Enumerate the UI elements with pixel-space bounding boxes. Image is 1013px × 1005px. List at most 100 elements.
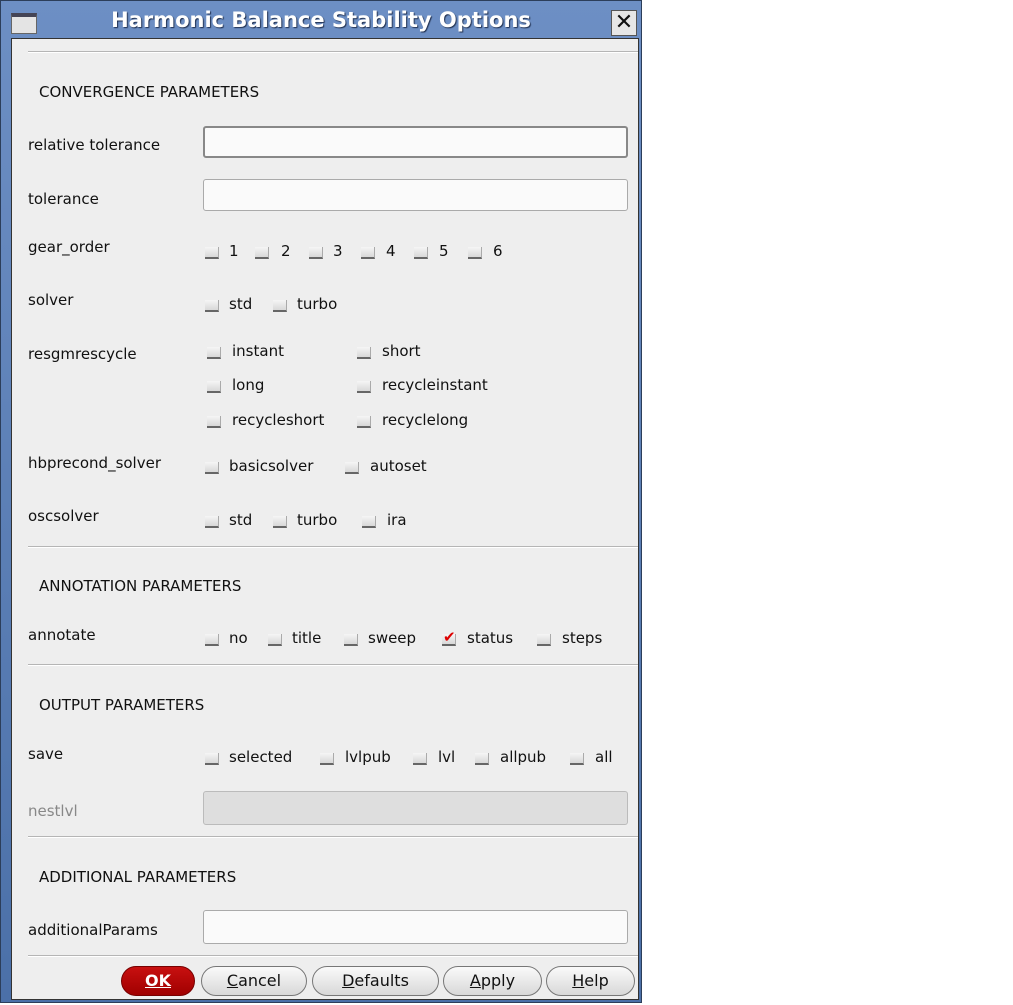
resgm-recycleshort-label[interactable]: recycleshort xyxy=(232,411,324,429)
resgm-short-label[interactable]: short xyxy=(382,342,421,360)
annotate-sweep-label[interactable]: sweep xyxy=(368,629,416,647)
save-lvlpub-label[interactable]: lvlpub xyxy=(345,748,391,766)
relative-tolerance-label: relative tolerance xyxy=(28,136,161,154)
resgm-recyclelong-checkbox[interactable] xyxy=(357,416,371,428)
save-allpub-label[interactable]: allpub xyxy=(500,748,546,766)
oscsolver-turbo-label[interactable]: turbo xyxy=(297,511,337,529)
gear-order-2-checkbox[interactable] xyxy=(255,247,269,259)
solver-turbo-label[interactable]: turbo xyxy=(297,295,337,313)
divider xyxy=(28,664,638,666)
save-all-label[interactable]: all xyxy=(595,748,613,766)
nestlvl-label: nestlvl xyxy=(28,802,78,820)
gear-order-1-label[interactable]: 1 xyxy=(229,242,239,260)
close-button[interactable]: ✕ xyxy=(611,10,637,36)
annotate-steps-checkbox[interactable] xyxy=(537,634,551,646)
resgm-recycleinstant-label[interactable]: recycleinstant xyxy=(382,376,488,394)
ok-button[interactable]: OK xyxy=(121,966,195,996)
resgm-recycleinstant-checkbox[interactable] xyxy=(357,381,371,393)
section-additional: ADDITIONAL PARAMETERS xyxy=(39,868,237,886)
section-output: OUTPUT PARAMETERS xyxy=(39,696,205,714)
apply-mnemonic: A xyxy=(469,971,481,990)
relative-tolerance-input[interactable] xyxy=(203,126,628,158)
resgm-short-checkbox[interactable] xyxy=(357,347,371,359)
solver-label: solver xyxy=(28,291,74,309)
cancel-button[interactable]: Cancel xyxy=(201,966,307,996)
gear-order-4-checkbox[interactable] xyxy=(361,247,375,259)
oscsolver-label: oscsolver xyxy=(28,507,99,525)
help-button[interactable]: Help xyxy=(546,966,635,996)
resgm-instant-checkbox[interactable] xyxy=(207,347,221,359)
nestlvl-input xyxy=(203,791,628,825)
gear-order-3-checkbox[interactable] xyxy=(309,247,323,259)
oscsolver-turbo-checkbox[interactable] xyxy=(273,516,287,528)
title-bar[interactable]: Harmonic Balance Stability Options ✕ xyxy=(1,1,641,39)
oscsolver-ira-label[interactable]: ira xyxy=(387,511,407,529)
solver-std-label[interactable]: std xyxy=(229,295,252,313)
gear-order-1-checkbox[interactable] xyxy=(205,247,219,259)
resgm-recyclelong-label[interactable]: recyclelong xyxy=(382,411,468,429)
save-selected-label[interactable]: selected xyxy=(229,748,292,766)
gear-order-5-checkbox[interactable] xyxy=(414,247,428,259)
hbprecond-basicsolver-label[interactable]: basicsolver xyxy=(229,457,313,475)
help-label: elp xyxy=(584,971,609,990)
solver-turbo-checkbox[interactable] xyxy=(273,300,287,312)
additional-params-input[interactable] xyxy=(203,910,628,944)
annotate-no-checkbox[interactable] xyxy=(205,634,219,646)
annotate-status-label[interactable]: status xyxy=(467,629,513,647)
hbprecond-basicsolver-checkbox[interactable] xyxy=(205,462,219,474)
tolerance-label: tolerance xyxy=(28,190,99,208)
hbprecond-autoset-label[interactable]: autoset xyxy=(370,457,427,475)
hbprecond-autoset-checkbox[interactable] xyxy=(345,462,359,474)
annotate-title-checkbox[interactable] xyxy=(268,634,282,646)
resgm-recycleshort-checkbox[interactable] xyxy=(207,416,221,428)
resgm-long-label[interactable]: long xyxy=(232,376,264,394)
gear-order-6-checkbox[interactable] xyxy=(468,247,482,259)
defaults-button[interactable]: Defaults xyxy=(312,966,439,996)
annotate-title-label[interactable]: title xyxy=(292,629,321,647)
annotate-label: annotate xyxy=(28,626,96,644)
resgm-instant-label[interactable]: instant xyxy=(232,342,284,360)
solver-std-checkbox[interactable] xyxy=(205,300,219,312)
annotate-sweep-checkbox[interactable] xyxy=(344,634,358,646)
annotate-steps-label[interactable]: steps xyxy=(562,629,602,647)
section-annotation: ANNOTATION PARAMETERS xyxy=(39,577,242,595)
save-lvlpub-checkbox[interactable] xyxy=(320,753,334,765)
ok-label: OK xyxy=(145,971,171,990)
save-selected-checkbox[interactable] xyxy=(205,753,219,765)
resgmrescycle-label: resgmrescycle xyxy=(28,345,137,363)
save-all-checkbox[interactable] xyxy=(570,753,584,765)
additional-params-label: additionalParams xyxy=(28,921,158,939)
defaults-mnemonic: D xyxy=(342,971,355,990)
cancel-label: ancel xyxy=(238,971,282,990)
section-convergence: CONVERGENCE PARAMETERS xyxy=(39,83,260,101)
divider xyxy=(28,955,638,957)
divider xyxy=(28,51,638,53)
gear-order-2-label[interactable]: 2 xyxy=(281,242,291,260)
divider xyxy=(28,546,638,548)
hbprecond-solver-label: hbprecond_solver xyxy=(28,454,162,472)
apply-button[interactable]: Apply xyxy=(443,966,542,996)
window-title: Harmonic Balance Stability Options xyxy=(111,8,531,32)
divider xyxy=(28,836,638,838)
tolerance-input[interactable] xyxy=(203,179,628,211)
save-lvl-checkbox[interactable] xyxy=(413,753,427,765)
gear-order-label: gear_order xyxy=(28,238,110,256)
gear-order-3-label[interactable]: 3 xyxy=(333,242,343,260)
gear-order-4-label[interactable]: 4 xyxy=(386,242,396,260)
oscsolver-std-checkbox[interactable] xyxy=(205,516,219,528)
resgm-long-checkbox[interactable] xyxy=(207,381,221,393)
cancel-mnemonic: C xyxy=(226,971,239,990)
annotate-status-checkbox[interactable]: ✔ xyxy=(442,628,456,646)
annotate-no-label[interactable]: no xyxy=(229,629,248,647)
gear-order-6-label[interactable]: 6 xyxy=(493,242,503,260)
help-mnemonic: H xyxy=(572,971,585,990)
oscsolver-ira-checkbox[interactable] xyxy=(362,516,376,528)
gear-order-5-label[interactable]: 5 xyxy=(439,242,449,260)
apply-label: pply xyxy=(480,971,516,990)
save-allpub-checkbox[interactable] xyxy=(475,753,489,765)
save-lvl-label[interactable]: lvl xyxy=(438,748,455,766)
checkmark-icon: ✔ xyxy=(443,628,456,646)
oscsolver-std-label[interactable]: std xyxy=(229,511,252,529)
save-label: save xyxy=(28,745,64,763)
dialog-window: Harmonic Balance Stability Options ✕ CON… xyxy=(0,0,642,1003)
